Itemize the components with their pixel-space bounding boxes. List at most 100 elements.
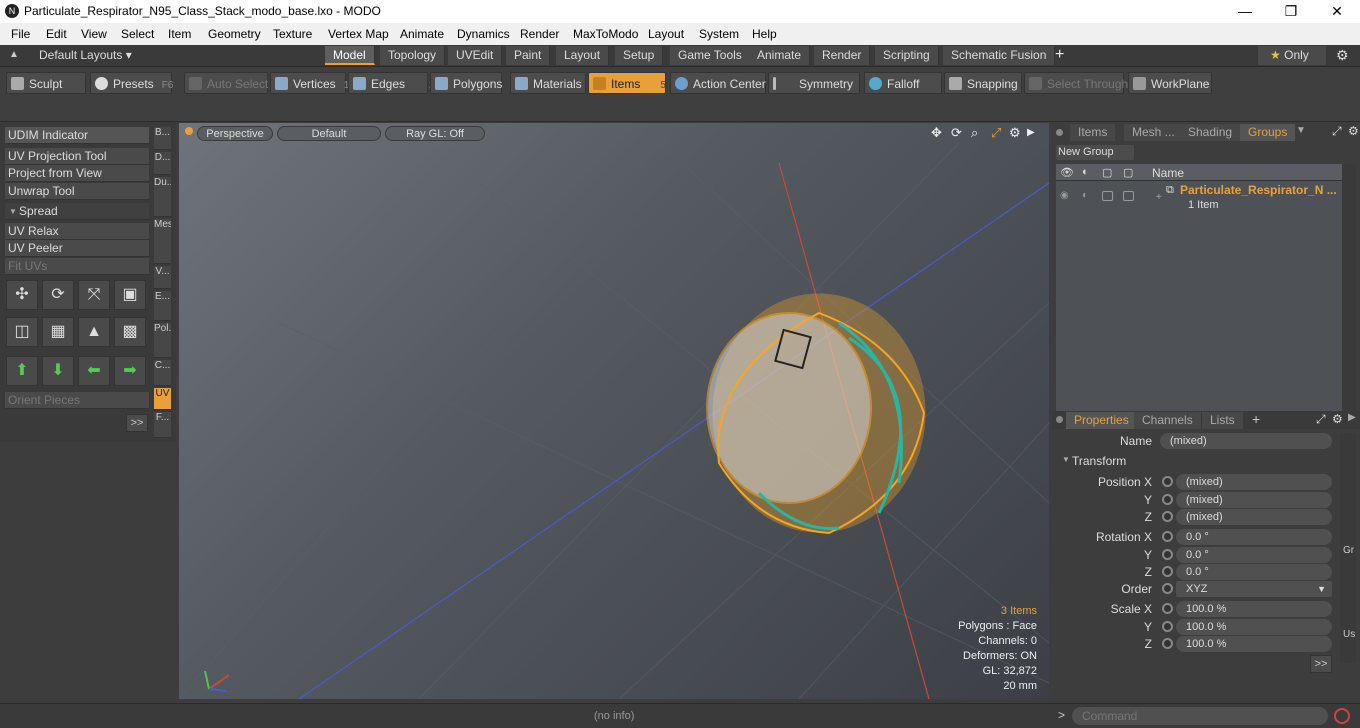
arrow-up-icon[interactable]: ⬆ — [6, 356, 38, 386]
project-from-view-button[interactable]: Project from View — [5, 165, 149, 182]
layout-arrow-icon[interactable]: ▲ — [9, 49, 19, 60]
tab-channels[interactable]: Channels — [1134, 412, 1201, 429]
side-tab-gr[interactable]: Gr — [1343, 545, 1354, 556]
group-row[interactable]: ◉ ◐ + ⧉ Particulate_Respirator_N ... 1 I… — [1056, 182, 1342, 212]
new-group-button[interactable]: New Group — [1056, 145, 1134, 160]
vtab-basic[interactable]: B... — [154, 127, 171, 150]
menu-help[interactable]: Help — [752, 27, 777, 41]
edges-button[interactable]: Edges2 — [348, 72, 435, 94]
minimize-button[interactable]: — — [1222, 0, 1268, 23]
scale-z-key-icon[interactable] — [1162, 638, 1173, 649]
uv-cylinder-icon[interactable]: ◫ — [6, 317, 38, 347]
menu-view[interactable]: View — [81, 27, 107, 41]
tab-scripting[interactable]: Scripting — [875, 46, 939, 65]
uv-scale-icon[interactable]: ⤧ — [78, 280, 110, 310]
properties-menu-icon[interactable] — [1056, 416, 1063, 423]
more-tools-button[interactable]: >> — [126, 414, 148, 432]
tab-topology[interactable]: Topology — [380, 46, 446, 65]
workplane-button[interactable]: WorkPlane — [1128, 72, 1212, 94]
menu-geometry[interactable]: Geometry — [208, 27, 261, 41]
vtab-curve[interactable]: C... — [154, 360, 171, 386]
vtab-duplicate[interactable]: Du... — [154, 177, 171, 217]
position-z-key-icon[interactable] — [1162, 511, 1173, 522]
rotation-z-field[interactable]: 0.0 ° — [1176, 564, 1332, 580]
uv-cube-icon[interactable]: ▩ — [114, 317, 146, 347]
tab-items[interactable]: Items — [1070, 124, 1116, 141]
fit-uvs-button[interactable]: Fit UVs — [5, 258, 149, 275]
transform-section[interactable]: ▼ Transform — [1058, 454, 1338, 470]
spread-section[interactable]: ▼ Spread — [5, 203, 149, 220]
arrow-left-icon[interactable]: ⬅ — [78, 356, 110, 386]
falloff-button[interactable]: Falloff — [864, 72, 942, 94]
position-y-field[interactable]: (mixed) — [1176, 492, 1332, 508]
position-x-key-icon[interactable] — [1162, 476, 1173, 487]
row-lock-icon[interactable] — [1102, 191, 1113, 201]
gear-icon[interactable]: ⚙ — [1336, 47, 1349, 64]
scale-x-key-icon[interactable] — [1162, 603, 1173, 614]
vtab-vertex[interactable]: V... — [154, 266, 171, 289]
vtab-mesh-edit[interactable]: Mes... — [154, 219, 171, 264]
arrow-down-icon[interactable]: ⬇ — [42, 356, 74, 386]
vtab-edge[interactable]: E... — [154, 291, 171, 321]
raygl-button[interactable]: Ray GL: Off — [385, 126, 485, 141]
uv-grid-icon[interactable]: ▦ — [42, 317, 74, 347]
sculpt-button[interactable]: Sculpt — [6, 72, 86, 94]
tab-lists[interactable]: Lists — [1202, 412, 1243, 429]
snapping-button[interactable]: Snapping — [944, 72, 1022, 94]
menu-system[interactable]: System — [699, 27, 739, 41]
pan-icon[interactable]: ✥ — [931, 125, 942, 141]
action-center-button[interactable]: Action Center — [670, 72, 766, 94]
vtab-deform[interactable]: D... — [154, 152, 171, 175]
tab-shading[interactable]: Shading — [1180, 124, 1241, 141]
tab-properties[interactable]: Properties — [1066, 412, 1137, 429]
uv-move-icon[interactable]: ✣ — [6, 280, 38, 310]
position-y-key-icon[interactable] — [1162, 494, 1173, 505]
uv-rotate-icon[interactable]: ⟳ — [42, 280, 74, 310]
only-toggle[interactable]: ★ Only — [1258, 46, 1326, 65]
tab-model[interactable]: Model — [325, 46, 375, 65]
scale-x-field[interactable]: 100.0 % — [1176, 601, 1332, 617]
select-through-button[interactable]: Select Through — [1024, 72, 1128, 94]
props-expand-icon[interactable]: ⤢ — [1316, 412, 1326, 427]
viewport-menu-icon[interactable] — [185, 127, 193, 135]
rotation-x-field[interactable]: 0.0 ° — [1176, 529, 1332, 545]
tab-setup[interactable]: Setup — [615, 46, 664, 65]
items-button[interactable]: Items 5 — [588, 72, 666, 94]
props-arrow-icon[interactable]: ▶ — [1348, 412, 1356, 423]
menu-maxtomodo[interactable]: MaxToModo — [573, 27, 638, 41]
props-gear-icon[interactable]: ⚙ — [1332, 412, 1343, 426]
fit-view-icon[interactable]: ⤢ — [991, 125, 1001, 141]
menu-render[interactable]: Render — [520, 27, 559, 41]
maximize-button[interactable]: ❐ — [1268, 0, 1314, 23]
menu-item[interactable]: Item — [168, 27, 191, 41]
orient-pieces-button[interactable]: Orient Pieces — [5, 392, 149, 409]
panel-expand-icon[interactable]: ⤢ — [1332, 124, 1342, 139]
record-icon[interactable] — [1334, 708, 1350, 724]
auto-select-button[interactable]: Auto Select — [184, 72, 268, 94]
menu-dynamics[interactable]: Dynamics — [457, 27, 510, 41]
order-dropdown[interactable]: XYZ ▼ — [1176, 581, 1332, 597]
uv-relax-button[interactable]: UV Relax — [5, 223, 149, 240]
tabs-dropdown-icon[interactable]: ▼ — [1296, 125, 1306, 136]
menu-texture[interactable]: Texture — [273, 27, 312, 41]
expand-plus-icon[interactable]: + — [1156, 192, 1162, 203]
presets-button[interactable]: Presets F6 — [90, 72, 173, 94]
vtab-uv[interactable]: UV — [154, 388, 171, 410]
scale-y-field[interactable]: 100.0 % — [1176, 619, 1332, 635]
command-input[interactable] — [1072, 707, 1328, 725]
tab-animate[interactable]: Animate — [749, 46, 811, 65]
viewport-expand-icon[interactable]: ▶ — [1027, 127, 1035, 138]
vtab-polygon[interactable]: Pol... — [154, 323, 171, 358]
tab-mesh[interactable]: Mesh ... — [1124, 124, 1183, 141]
menu-vertex-map[interactable]: Vertex Map — [328, 27, 389, 41]
menu-file[interactable]: File — [11, 27, 30, 41]
3d-viewport[interactable]: Perspective Default Ray GL: Off ✥ ⟳ ⌕ ⤢ … — [179, 123, 1049, 699]
shading-default-button[interactable]: Default — [277, 126, 381, 141]
row-render-icon[interactable]: ◐ — [1082, 190, 1088, 201]
position-z-field[interactable]: (mixed) — [1176, 509, 1332, 525]
vtab-fusion[interactable]: F... — [154, 412, 171, 438]
side-tab-us[interactable]: Us — [1343, 629, 1355, 640]
udim-indicator-button[interactable]: UDIM Indicator — [5, 127, 149, 144]
order-key-icon[interactable] — [1162, 583, 1173, 594]
materials-button[interactable]: Materials — [510, 72, 586, 94]
